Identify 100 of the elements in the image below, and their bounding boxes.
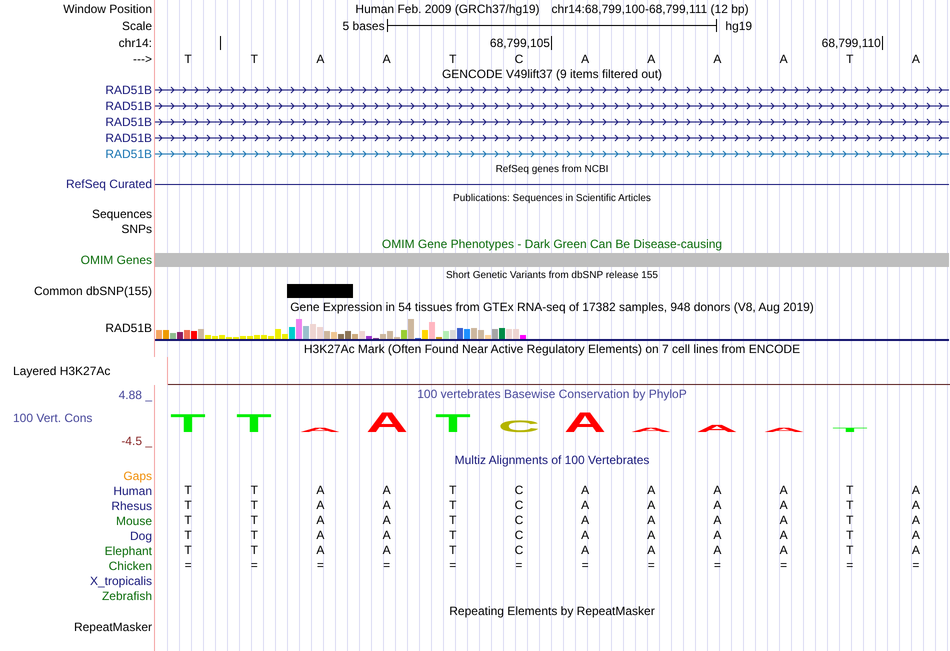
base-letter: A	[646, 52, 656, 66]
row-label: chr14:	[118, 36, 152, 50]
track-label[interactable]: RAD51B	[105, 99, 152, 113]
alignment-base: T	[448, 513, 458, 528]
alignment-base: T	[183, 498, 193, 513]
base-letter: A	[315, 52, 326, 66]
track-label[interactable]: Chicken	[108, 558, 152, 572]
conservation-letter: C	[498, 417, 540, 433]
coordinate-label: 68,799,110	[822, 36, 881, 50]
alignment-base: A	[382, 513, 392, 528]
axis-min-label: -4.5 _	[120, 434, 152, 448]
alignment-base: T	[448, 543, 458, 558]
alignment-base: A	[910, 483, 921, 498]
ruler-tick	[220, 36, 222, 50]
alignment-base: A	[315, 543, 326, 558]
alignment-base: A	[646, 513, 656, 528]
track-label[interactable]: Layered H3K27Ac	[13, 364, 110, 378]
alignment-base: =	[382, 558, 392, 573]
alignment-base: =	[580, 558, 590, 573]
alignment-base: C	[514, 513, 524, 528]
alignment-base: T	[250, 498, 259, 513]
alignment-base: T	[250, 513, 259, 528]
track-label[interactable]: Common dbSNP(155)	[34, 284, 152, 298]
alignment-base: A	[712, 513, 722, 528]
alignment-base: =	[779, 558, 788, 573]
alignment-base: T	[448, 498, 458, 513]
track-label[interactable]: Human	[113, 484, 152, 498]
track-label[interactable]: Sequences	[92, 206, 152, 220]
alignment-base: A	[910, 528, 921, 543]
track-label[interactable]: Dog	[130, 528, 152, 542]
coordinate-label: 68,799,105	[490, 36, 550, 50]
base-letter: A	[382, 52, 392, 66]
track-title: 100 vertebrates Basewise Conservation by PhyloP	[417, 387, 687, 401]
alignment-base: T	[845, 543, 854, 558]
track-label[interactable]: Elephant	[104, 544, 152, 558]
alignment-base: T	[845, 498, 854, 513]
track-label[interactable]: Mouse	[116, 514, 152, 528]
alignment-base: T	[448, 483, 458, 498]
base-letter: C	[514, 52, 524, 66]
conservation-letter: T	[236, 408, 272, 433]
track-label[interactable]: RAD51B	[105, 83, 152, 97]
alignment-base: A	[580, 528, 590, 543]
alignment-base: A	[778, 498, 789, 513]
track-label[interactable]: RefSeq Curated	[66, 177, 152, 191]
alignment-base: A	[712, 498, 722, 513]
ruler-tick	[882, 36, 883, 50]
conservation-letter: T	[170, 408, 206, 433]
alignment-base: =	[712, 558, 722, 573]
track-label[interactable]: RAD51B	[105, 147, 152, 161]
track-label[interactable]: OMIM Genes	[80, 253, 152, 267]
base-letter: T	[845, 52, 854, 66]
alignment-base: A	[315, 513, 326, 528]
track-label[interactable]: Zebrafish	[102, 588, 152, 602]
alignment-base: A	[382, 528, 392, 543]
alignment-base: T	[183, 528, 193, 543]
alignment-base: A	[382, 483, 392, 498]
alignment-base: A	[778, 528, 789, 543]
alignment-base: A	[646, 483, 656, 498]
track-title: Gene Expression in 54 tissues from GTEx RNA-seq of 17382 samples, 948 donors (V8, Aug 2019)	[290, 300, 814, 314]
row-label: Window Position	[63, 2, 152, 16]
alignment-base: A	[315, 483, 326, 498]
alignment-base: T	[183, 513, 193, 528]
alignment-base: A	[712, 483, 722, 498]
alignment-base: A	[580, 483, 590, 498]
alignment-base: A	[910, 498, 921, 513]
base-letter: A	[910, 52, 921, 66]
track-label[interactable]: RepeatMasker	[74, 620, 152, 634]
scale-text: 5 bases	[342, 18, 386, 32]
alignment-base: T	[250, 483, 259, 498]
alignment-base: A	[712, 543, 722, 558]
track-label[interactable]: 100 Vert. Cons	[0, 411, 152, 425]
alignment-base: A	[315, 498, 326, 513]
track-label[interactable]: X_tropicalis	[90, 574, 152, 588]
track-label[interactable]: RAD51B	[105, 131, 152, 145]
alignment-base: =	[845, 558, 854, 573]
conservation-letter: A	[696, 422, 738, 433]
alignment-base: T	[845, 528, 854, 543]
alignment-base: A	[910, 513, 921, 528]
track-title: Publications: Sequences in Scientific Articles	[453, 193, 651, 204]
conservation-letter: A	[564, 406, 606, 433]
track-label[interactable]: RAD51B	[105, 321, 152, 335]
row-label: Scale	[122, 18, 152, 32]
alignment-base: A	[778, 483, 789, 498]
track-title: Repeating Elements by RepeatMasker	[449, 604, 655, 618]
alignment-base: A	[382, 498, 392, 513]
track-label[interactable]: Rhesus	[111, 498, 152, 512]
alignment-base: A	[315, 528, 326, 543]
alignment-base: T	[183, 483, 193, 498]
assembly-text: hg19	[724, 18, 754, 32]
alignment-base: =	[448, 558, 458, 573]
conservation-letter: T	[435, 408, 470, 433]
alignment-base: =	[514, 558, 524, 573]
track-title: RefSeq genes from NCBI	[496, 164, 608, 175]
alignment-base: A	[580, 543, 590, 558]
track-title: Short Genetic Variants from dbSNP release 155	[446, 270, 658, 281]
track-label[interactable]: RAD51B	[105, 115, 152, 129]
track-label[interactable]: SNPs	[121, 222, 152, 236]
alignment-base: T	[250, 528, 259, 543]
alignment-base: T	[250, 543, 259, 558]
base-letter: A	[778, 52, 789, 66]
